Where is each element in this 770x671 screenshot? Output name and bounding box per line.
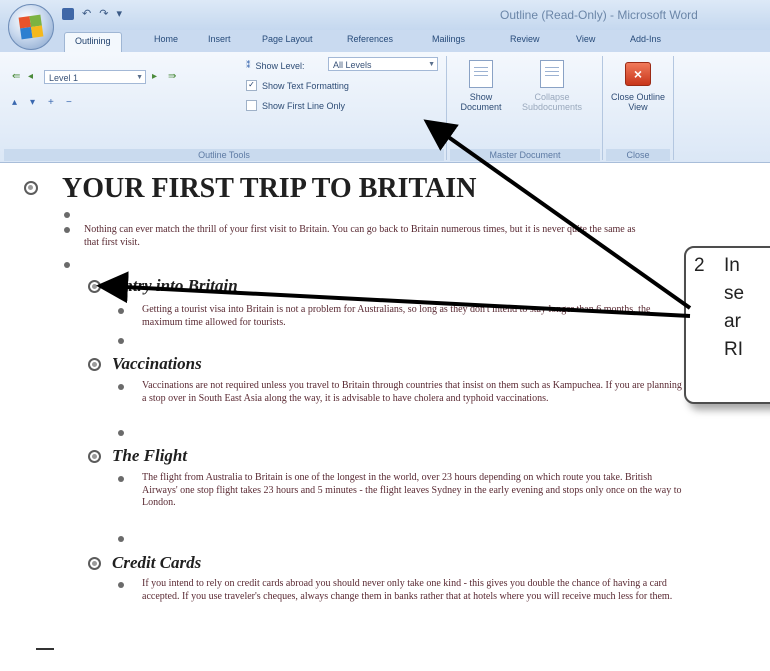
chevron-down-icon: ▼ [136,74,143,81]
demote-icon[interactable]: ▸ [152,72,166,82]
show-level-icon: ⁑ [246,60,251,70]
show-level-label: Show Level: [255,60,305,71]
quick-access-toolbar: ↶ ↷ ▾ [62,7,122,20]
subdocuments-icon [540,60,564,88]
callout-line-1: In [724,255,740,276]
outline-level-combo[interactable]: Level 1 ▼ [44,70,146,84]
tab-insert[interactable]: Insert [208,34,231,44]
section-title[interactable]: Entry into Britain [112,276,238,296]
body-bullet-icon [118,430,124,436]
body-bullet-icon [118,476,124,482]
checkmark-icon: ✓ [246,80,257,91]
intro-paragraph[interactable]: Nothing can ever match the thrill of you… [84,224,644,249]
customize-qat-icon[interactable]: ▾ [116,7,122,20]
section-outline-symbol-icon[interactable] [88,557,101,570]
close-outline-view-label: Close Outline View [610,92,666,112]
chevron-down-icon: ▼ [428,61,435,68]
collapse-icon[interactable]: − [66,98,80,108]
outline-level-value: Level 1 [49,73,79,83]
body-bullet-icon [118,338,124,344]
body-bullet-icon [118,536,124,542]
section-outline-symbol-icon[interactable] [88,358,101,371]
group-separator [446,56,447,160]
callout-line-2: se [724,283,745,304]
end-of-document-marker [36,648,54,650]
section-body[interactable]: Vaccinations are not required unless you… [142,380,682,405]
undo-icon[interactable]: ↶ [82,7,91,20]
expand-icon[interactable]: + [48,98,62,108]
move-up-icon[interactable]: ▴ [12,98,26,108]
section-outline-symbol-icon[interactable] [88,450,101,463]
section-title[interactable]: Credit Cards [112,553,201,573]
instruction-callout: 2 In se ar RI [684,246,770,404]
callout-line-3: ar [724,311,741,332]
save-icon[interactable] [62,7,74,20]
callout-line-4: RI [724,339,743,360]
tab-home[interactable]: Home [154,34,178,44]
redo-icon[interactable]: ↷ [99,7,108,20]
body-bullet-icon [118,582,124,588]
promote-to-heading1-icon[interactable]: ⇚ [12,72,26,82]
body-bullet-icon [64,212,70,218]
close-outline-view-button[interactable]: × Close Outline View [606,62,670,112]
show-text-formatting-label: Show Text Formatting [262,80,349,91]
close-group-label: Close [606,149,670,161]
collapse-subdocuments-button[interactable]: Collapse Subdocuments [512,60,592,112]
group-separator [673,56,674,160]
ribbon-tabs: Outlining Home Insert Page Layout Refere… [0,30,770,52]
document-heading[interactable]: YOUR FIRST TRIP TO BRITAIN [62,173,476,205]
demote-to-body-icon[interactable]: ⇛ [168,72,182,82]
heading-outline-symbol-icon[interactable] [24,181,38,195]
document-icon [469,60,493,88]
body-bullet-icon [64,262,70,268]
tab-references[interactable]: References [347,34,393,44]
collapse-subdocuments-label: Collapse Subdocuments [521,92,583,112]
office-logo-icon [18,14,44,40]
section-title[interactable]: Vaccinations [112,354,202,374]
show-level-combo[interactable]: All Levels ▼ [328,57,438,71]
tab-add-ins[interactable]: Add-Ins [630,34,661,44]
checkbox-box [246,100,257,111]
group-separator [602,56,603,160]
tab-outlining[interactable]: Outlining [64,32,122,52]
section-title[interactable]: The Flight [112,446,187,466]
promote-icon[interactable]: ◂ [28,72,42,82]
section-outline-symbol-icon[interactable] [88,280,101,293]
tab-view[interactable]: View [576,34,595,44]
callout-step-number: 2 [694,255,705,276]
body-bullet-icon [118,308,124,314]
show-document-button[interactable]: Show Document [454,60,508,112]
close-icon: × [625,62,651,86]
tab-page-layout[interactable]: Page Layout [262,34,313,44]
show-first-line-only-label: Show First Line Only [262,100,346,111]
show-text-formatting-checkbox[interactable]: ✓ Show Text Formatting [246,80,349,91]
tab-review[interactable]: Review [510,34,540,44]
section-body[interactable]: If you intend to rely on credit cards ab… [142,578,682,603]
show-document-label: Show Document [460,92,502,112]
show-first-line-only-checkbox[interactable]: Show First Line Only [246,100,345,111]
section-body[interactable]: Getting a tourist visa into Britain is n… [142,304,682,329]
show-level-value: All Levels [333,60,372,70]
move-down-icon[interactable]: ▾ [30,98,44,108]
outline-tools-group-label: Outline Tools [4,149,444,161]
show-level-row: ⁑ Show Level: [246,60,305,71]
section-body[interactable]: The flight from Australia to Britain is … [142,472,682,510]
body-bullet-icon [118,384,124,390]
title-bar: ↶ ↷ ▾ Outline (Read-Only) - Microsoft Wo… [0,0,770,31]
window-title: Outline (Read-Only) - Microsoft Word [500,8,698,22]
master-document-group-label: Master Document [450,149,600,161]
body-bullet-icon [64,227,70,233]
tab-mailings[interactable]: Mailings [432,34,465,44]
office-button[interactable] [8,4,54,50]
